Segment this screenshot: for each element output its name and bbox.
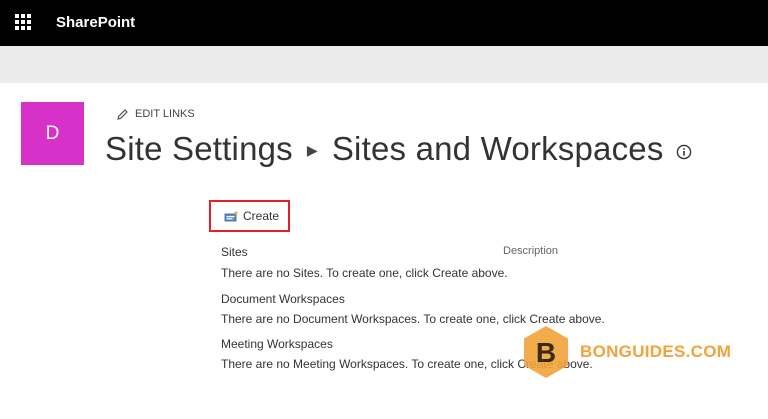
watermark-text: BONGUIDES.COM: [580, 342, 732, 361]
suite-bar: SharePoint: [0, 0, 768, 46]
site-logo[interactable]: D: [21, 102, 84, 165]
description-column-header[interactable]: Description: [503, 245, 558, 257]
page-title: Sites and Workspaces: [331, 130, 664, 167]
section-sites-empty-message: There are no Sites. To create one, click…: [221, 266, 508, 280]
breadcrumb-site-settings[interactable]: Site Settings: [105, 130, 293, 168]
svg-text:B: B: [536, 337, 556, 368]
app-name[interactable]: SharePoint: [56, 13, 135, 33]
site-logo-letter: D: [45, 122, 60, 144]
watermark-logo-icon: B: [524, 326, 568, 378]
command-bar: [0, 46, 768, 83]
section-document-workspaces-heading: Document Workspaces: [221, 292, 345, 306]
section-sites-heading: Sites: [221, 245, 248, 259]
pencil-icon: [117, 108, 128, 120]
edit-links-button[interactable]: EDIT LINKS: [116, 106, 195, 122]
create-button[interactable]: Create: [209, 200, 290, 232]
breadcrumb-separator-icon: ▶: [306, 141, 318, 158]
breadcrumb: Site Settings ▶ Sites and Workspaces: [105, 126, 692, 172]
section-meeting-workspaces-heading: Meeting Workspaces: [221, 337, 333, 351]
watermark: B BONGUIDES.COM: [518, 324, 731, 380]
app-launcher-icon[interactable]: [15, 14, 33, 32]
create-site-icon: [224, 210, 239, 222]
info-icon[interactable]: [676, 144, 692, 160]
edit-links-label: EDIT LINKS: [135, 108, 195, 120]
create-label: Create: [243, 209, 280, 223]
